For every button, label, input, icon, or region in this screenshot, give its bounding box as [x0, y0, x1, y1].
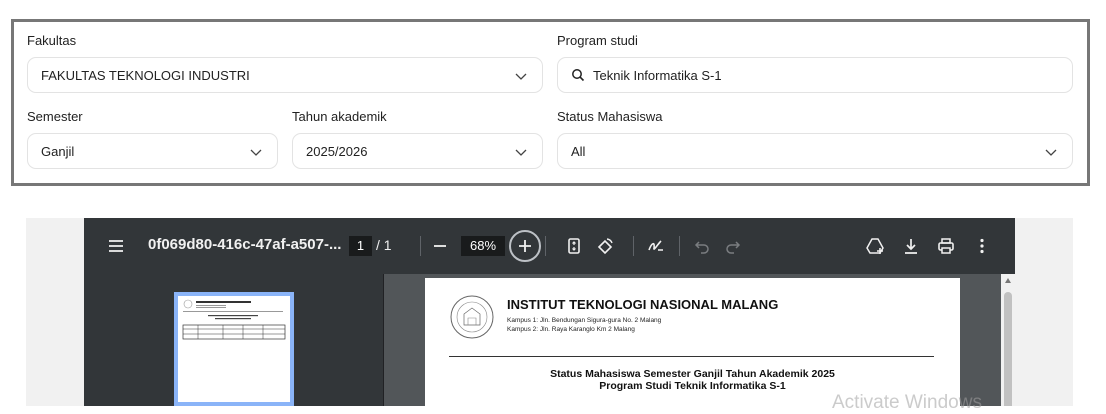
- page-total: / 1: [376, 237, 392, 253]
- report-title: Status Mahasiswa Semester Ganjil Tahun A…: [550, 368, 835, 380]
- semester-select[interactable]: Ganjil: [27, 133, 278, 169]
- redo-icon: [726, 241, 741, 254]
- semester-value: Ganjil: [41, 143, 75, 159]
- report-subtitle: Program Studi Teknik Informatika S-1: [599, 380, 786, 392]
- tahun-akademik-value: 2025/2026: [306, 143, 368, 159]
- filter-panel: Fakultas FAKULTAS TEKNOLOGI INDUSTRI Pro…: [11, 19, 1090, 186]
- fakultas-label: Fakultas: [27, 33, 77, 48]
- pdf-page: INSTITUT TEKNOLOGI NASIONAL MALANG Kampu…: [425, 278, 960, 406]
- chevron-down-icon: [250, 149, 262, 156]
- search-icon: [572, 69, 585, 82]
- institution-name: INSTITUT TEKNOLOGI NASIONAL MALANG: [507, 297, 779, 312]
- scrollbar[interactable]: [1001, 274, 1015, 406]
- document-title: 0f069d80-416c-47af-a507-...: [148, 236, 342, 253]
- drive-add-icon: [866, 238, 884, 254]
- chevron-down-icon: [515, 149, 527, 156]
- thumbnail-preview: [182, 299, 286, 340]
- fit-to-page-icon: [568, 238, 580, 254]
- pdf-page-area: INSTITUT TEKNOLOGI NASIONAL MALANG Kampu…: [385, 274, 1015, 406]
- toolbar-divider: [679, 236, 680, 256]
- plus-icon: [519, 240, 531, 252]
- download-button[interactable]: [901, 236, 921, 256]
- toolbar-divider: [420, 236, 421, 256]
- print-button[interactable]: [936, 236, 956, 256]
- pen-draw-icon: [648, 240, 663, 251]
- page-number-input[interactable]: 1: [349, 236, 372, 256]
- program-studi-value: Teknik Informatika S-1: [593, 67, 722, 83]
- chevron-down-icon: [1045, 149, 1057, 156]
- institution-logo: [450, 295, 494, 339]
- zoom-in-button[interactable]: [509, 230, 541, 262]
- pdf-toolbar: 0f069d80-416c-47af-a507-... 1 / 1 68%: [84, 218, 1015, 274]
- fit-page-button[interactable]: [564, 236, 584, 256]
- zoom-level-input[interactable]: 68%: [461, 236, 505, 256]
- redo-button[interactable]: [723, 236, 743, 256]
- activate-windows-watermark: Activate Windows: [832, 392, 982, 413]
- status-mahasiswa-label: Status Mahasiswa: [557, 109, 663, 124]
- more-vert-icon: [980, 238, 984, 254]
- campus-2-address: Kampus 2: Jln. Raya Karanglo Km 2 Malang: [507, 326, 635, 333]
- pdf-viewer: 0f069d80-416c-47af-a507-... 1 / 1 68% IN…: [84, 218, 1015, 406]
- tahun-akademik-select[interactable]: 2025/2026: [292, 133, 543, 169]
- scroll-up-arrow-icon: [1005, 278, 1011, 283]
- header-rule: [449, 356, 934, 357]
- more-options-button[interactable]: [972, 236, 992, 256]
- scrollbar-thumb[interactable]: [1004, 292, 1012, 406]
- annotate-button[interactable]: [646, 236, 666, 256]
- status-mahasiswa-select[interactable]: All: [557, 133, 1073, 169]
- rotate-icon: [597, 238, 613, 255]
- minus-icon: [434, 245, 446, 247]
- hamburger-menu-icon: [109, 240, 123, 252]
- program-studi-search[interactable]: Teknik Informatika S-1: [557, 57, 1073, 93]
- fakultas-select[interactable]: FAKULTAS TEKNOLOGI INDUSTRI: [27, 57, 543, 93]
- tahun-akademik-label: Tahun akademik: [292, 109, 387, 124]
- menu-button[interactable]: [106, 236, 126, 256]
- thumbnail-sidebar: [84, 274, 384, 406]
- chevron-down-icon: [515, 73, 527, 80]
- semester-label: Semester: [27, 109, 83, 124]
- download-icon: [905, 239, 917, 254]
- status-mahasiswa-value: All: [571, 143, 586, 159]
- zoom-out-button[interactable]: [430, 236, 450, 256]
- rotate-button[interactable]: [595, 236, 615, 256]
- fakultas-value: FAKULTAS TEKNOLOGI INDUSTRI: [41, 67, 250, 83]
- page-thumbnail[interactable]: [174, 292, 294, 406]
- undo-button[interactable]: [692, 236, 712, 256]
- toolbar-divider: [545, 236, 546, 256]
- campus-1-address: Kampus 1: Jln. Bendungan Sigura-gura No.…: [507, 317, 662, 324]
- print-icon: [938, 238, 954, 254]
- add-to-drive-button[interactable]: [865, 236, 885, 256]
- undo-icon: [694, 241, 709, 254]
- toolbar-divider: [633, 236, 634, 256]
- program-studi-label: Program studi: [557, 33, 638, 48]
